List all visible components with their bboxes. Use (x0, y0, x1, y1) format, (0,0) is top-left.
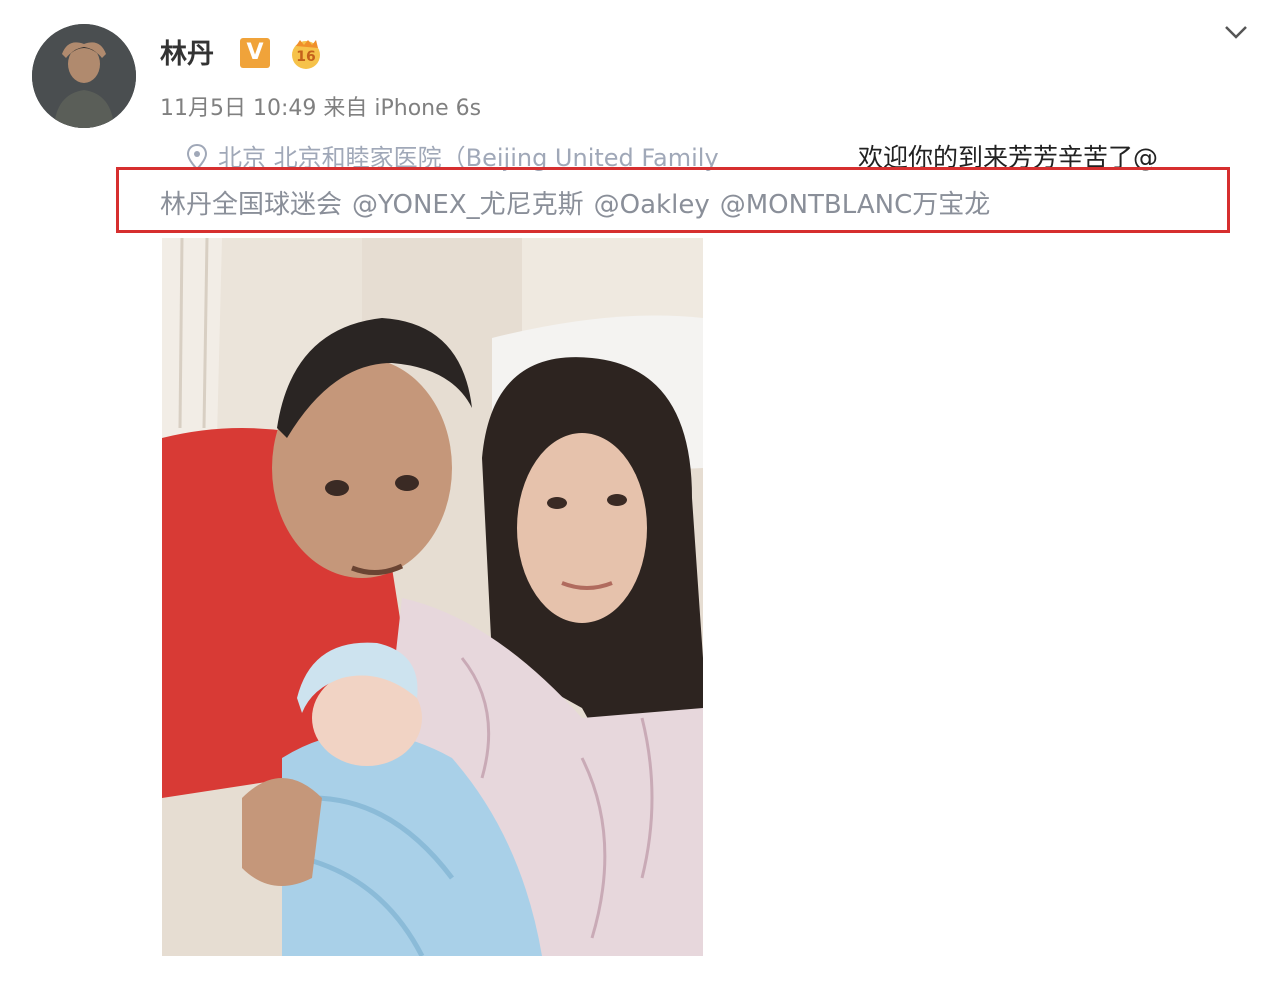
author-name[interactable]: 林丹 (160, 32, 214, 71)
chevron-down-icon[interactable] (1222, 18, 1250, 46)
mention-oakley[interactable]: @Oakley (594, 190, 710, 220)
mention-yonex[interactable]: @YONEX_尤尼克斯 (352, 190, 584, 220)
mention-montblanc[interactable]: @MONTBLANC万宝龙 (720, 190, 991, 220)
post-photo[interactable] (162, 238, 703, 956)
svg-text:16: 16 (296, 49, 315, 65)
post-timestamp[interactable]: 11月5日 10:49 (160, 96, 316, 121)
post-source: 来自 iPhone 6s (323, 96, 482, 121)
member-badge-icon[interactable]: 16 (288, 36, 324, 72)
mention-fanclub[interactable]: 林丹全国球迷会 (160, 190, 342, 220)
verified-v-icon: V (240, 38, 270, 68)
mentions-line: 林丹全国球迷会 @YONEX_尤尼克斯 @Oakley @MONTBLANC万宝龙 (160, 184, 1000, 221)
post-meta: 11月5日 10:49 来自 iPhone 6s (160, 90, 481, 122)
avatar[interactable] (32, 24, 136, 128)
